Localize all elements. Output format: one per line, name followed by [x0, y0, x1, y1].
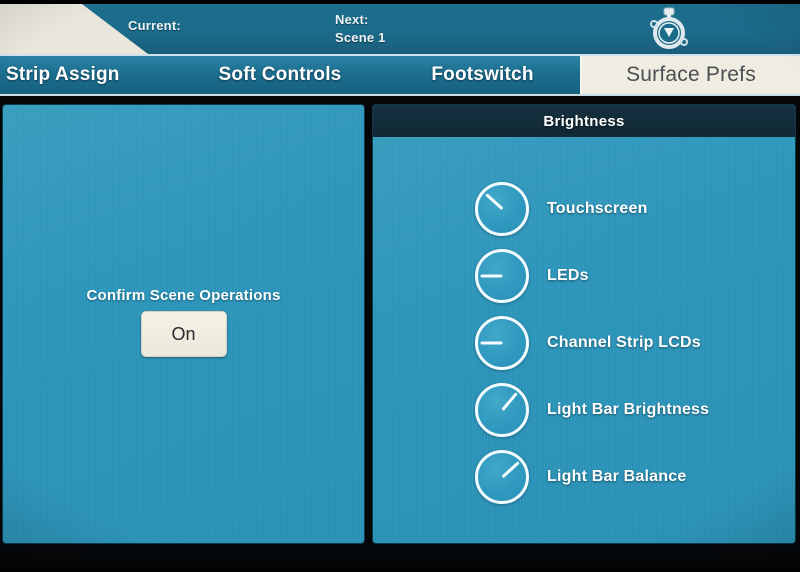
tab-footswitch[interactable]: Footswitch	[385, 56, 580, 94]
light-bar-balance-knob[interactable]	[475, 449, 529, 504]
leds-knob[interactable]	[475, 248, 529, 303]
device-screen: Current: Next: Scene 1 Strip Assign Soft…	[0, 0, 800, 572]
next-scene-value: Scene 1	[335, 30, 386, 45]
brightness-knob-list: Touchscreen LEDs Channel Strip LCDs Ligh…	[373, 137, 795, 510]
current-scene-label: Current:	[128, 18, 181, 33]
light-bar-brightness-knob-pointer	[500, 391, 518, 411]
light-bar-balance-knob-pointer	[500, 460, 520, 478]
brightness-panel: Brightness Touchscreen LEDs Channel Stri…	[372, 104, 796, 544]
touchscreen-knob[interactable]	[475, 181, 529, 236]
light-bar-brightness-knob-label: Light Bar Brightness	[547, 400, 710, 418]
next-scene-label: Next:	[335, 12, 369, 27]
confirm-scene-operations-toggle[interactable]: On	[140, 311, 227, 357]
leds-knob-pointer	[480, 274, 502, 277]
bottom-bezel	[0, 548, 800, 572]
general-prefs-panel: Confirm Scene Operations On	[2, 104, 365, 544]
touchscreen-knob-label: Touchscreen	[547, 199, 648, 217]
knob-row-channel-strip-lcds: Channel Strip LCDs	[373, 309, 795, 376]
leds-knob-label: LEDs	[547, 266, 589, 284]
knob-row-touchscreen: Touchscreen	[373, 175, 795, 242]
knob-row-light-bar-brightness: Light Bar Brightness	[373, 376, 795, 443]
touchscreen-knob-pointer	[484, 192, 504, 210]
knob-row-light-bar-balance: Light Bar Balance	[373, 443, 795, 510]
brightness-panel-title: Brightness	[373, 105, 795, 137]
tab-bar: Strip Assign Soft Controls Footswitch Su…	[0, 54, 800, 96]
scene-corner-tab	[0, 4, 148, 54]
light-bar-balance-knob-label: Light Bar Balance	[547, 467, 687, 485]
content-area: Confirm Scene Operations On Brightness T…	[0, 96, 800, 548]
tab-surface-prefs[interactable]: Surface Prefs	[580, 56, 800, 94]
channel-strip-lcds-knob[interactable]	[475, 315, 529, 370]
knob-row-leds: LEDs	[373, 242, 795, 309]
stopwatch-icon[interactable]	[645, 6, 693, 52]
confirm-scene-operations-label: Confirm Scene Operations	[86, 287, 281, 304]
channel-strip-lcds-knob-pointer	[480, 341, 502, 344]
tab-strip-assign[interactable]: Strip Assign	[0, 56, 175, 94]
channel-strip-lcds-knob-label: Channel Strip LCDs	[547, 333, 701, 351]
tab-soft-controls[interactable]: Soft Controls	[175, 56, 385, 94]
status-bar: Current: Next: Scene 1	[0, 4, 800, 54]
light-bar-brightness-knob[interactable]	[475, 382, 529, 437]
